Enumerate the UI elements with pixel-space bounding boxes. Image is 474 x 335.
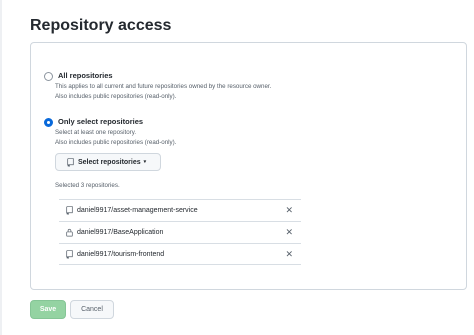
caret-down-icon: ▾ <box>143 159 147 165</box>
only-select-label[interactable]: Only select repositories <box>58 116 143 128</box>
left-edge-divider <box>0 0 2 335</box>
remove-repository-icon[interactable]: ✕ <box>285 227 293 237</box>
repo-icon <box>67 157 74 167</box>
option-only-select-repositories[interactable]: Only select repositories <box>44 116 143 128</box>
repo-name: tourism-frontend <box>113 250 165 258</box>
only-select-note-1: Select at least one repository. <box>55 129 137 136</box>
list-item: daniel9917/asset-management-service ✕ <box>59 199 301 221</box>
only-select-radio[interactable] <box>44 118 53 127</box>
repo-name: asset-management-service <box>113 207 198 214</box>
selected-count: Selected 3 repositories. <box>55 182 120 189</box>
select-repositories-button[interactable]: Select repositories ▾ <box>55 153 161 171</box>
all-repositories-label[interactable]: All repositories <box>58 70 113 82</box>
repo-owner: daniel9917/ <box>77 229 114 236</box>
cancel-button[interactable]: Cancel <box>70 300 114 319</box>
repo-name: BaseApplication <box>113 229 164 236</box>
option-all-repositories[interactable]: All repositories <box>44 70 113 82</box>
list-item: daniel9917/tourism-frontend ✕ <box>59 243 301 265</box>
remove-repository-icon[interactable]: ✕ <box>285 205 293 215</box>
all-repositories-radio[interactable] <box>44 72 53 81</box>
page-title: Repository access <box>30 17 172 34</box>
only-select-note-2: Also includes public repositories (read-… <box>55 139 177 146</box>
lock-icon <box>66 228 73 237</box>
save-button[interactable]: Save <box>30 300 66 319</box>
all-repositories-note-2: Also includes public repositories (read-… <box>55 93 177 100</box>
remove-repository-icon[interactable]: ✕ <box>285 249 293 259</box>
repo-icon <box>66 249 73 259</box>
repository-access-panel: All repositories This applies to all cur… <box>30 42 467 290</box>
select-repositories-label: Select repositories <box>78 158 141 166</box>
repo-owner: daniel9917/ <box>77 250 114 258</box>
selected-repository-list: daniel9917/asset-management-service ✕ da… <box>59 199 301 265</box>
all-repositories-note-1: This applies to all current and future r… <box>55 83 272 90</box>
list-item: daniel9917/BaseApplication ✕ <box>59 221 301 243</box>
repo-owner: daniel9917/ <box>77 207 114 214</box>
repo-icon <box>66 206 73 215</box>
